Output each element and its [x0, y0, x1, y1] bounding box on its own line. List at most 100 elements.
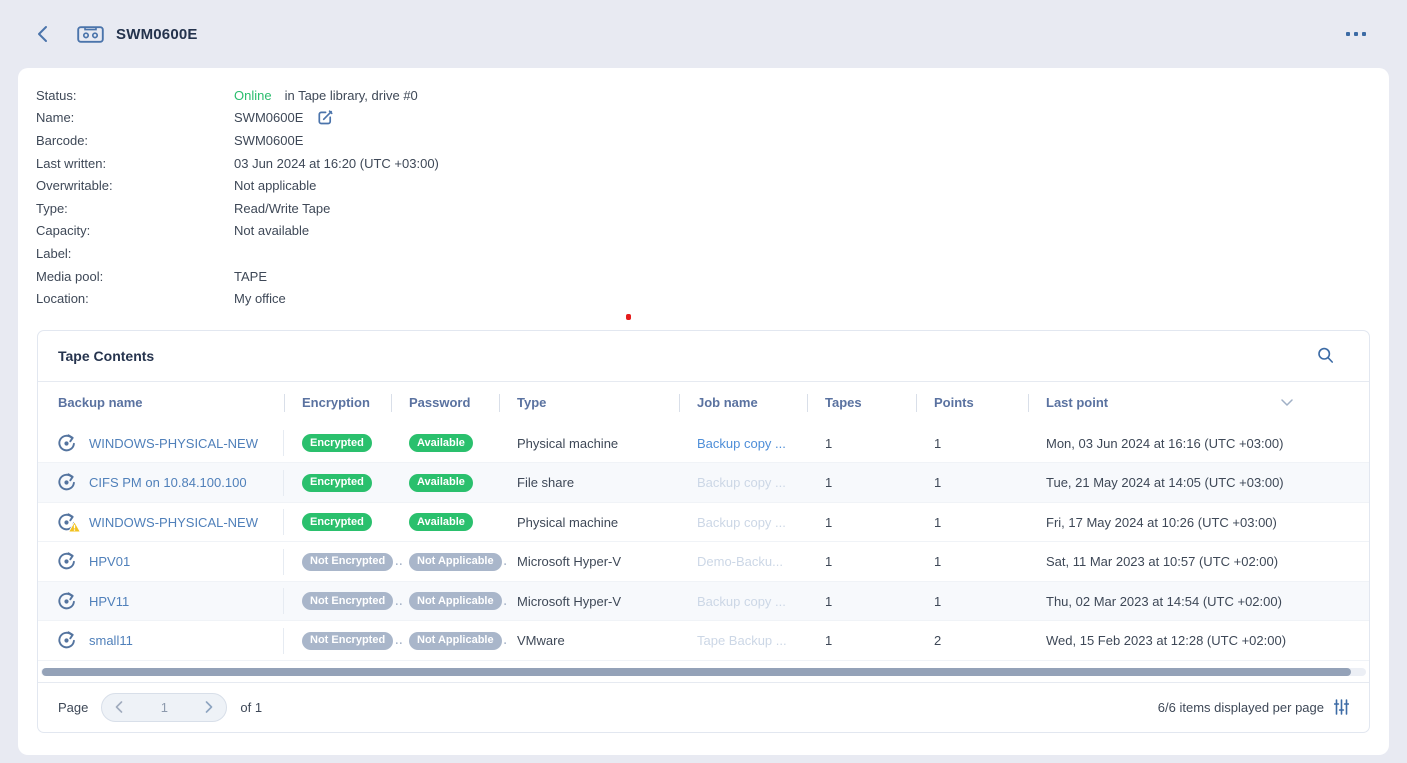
more-actions-button[interactable] [1344, 26, 1368, 42]
table-row: CIFS PM on 10.84.100.100 Encrypted Avail… [38, 463, 1369, 503]
edit-name-button[interactable] [317, 109, 334, 126]
next-page-button[interactable] [205, 701, 213, 713]
red-dot-artifact [626, 314, 631, 320]
password-badge: Available [409, 474, 473, 492]
encryption-badge: Encrypted [302, 434, 372, 452]
last-point-cell: Fri, 17 May 2024 at 10:26 (UTC +03:00) [1028, 515, 1369, 530]
last-point-cell: Thu, 02 Mar 2023 at 14:54 (UTC +02:00) [1028, 594, 1369, 609]
points-cell: 1 [916, 515, 1028, 530]
column-header-tapes[interactable]: Tapes [807, 395, 916, 410]
overwritable-value: Not applicable [234, 178, 316, 193]
password-badge: Available [409, 513, 473, 531]
sort-descending-icon[interactable] [1281, 399, 1293, 406]
password-badge: Not Applicable [409, 553, 502, 571]
table-footer: Page 1 of 1 6/6 items displayed per page [38, 682, 1369, 732]
job-name-link[interactable]: Demo-Backu... [697, 554, 783, 569]
sliders-icon [1334, 699, 1349, 715]
backup-name-link[interactable]: small11 [89, 633, 133, 648]
column-header-password[interactable]: Password [391, 395, 499, 410]
search-button[interactable] [1316, 346, 1335, 365]
tapes-cell: 1 [807, 475, 916, 490]
media-pool-value: TAPE [234, 269, 267, 284]
warning-triangle-icon [68, 521, 81, 536]
page-of-label: of 1 [240, 700, 262, 715]
column-header-type[interactable]: Type [499, 395, 679, 410]
encryption-badge: Encrypted [302, 474, 372, 492]
detail-row-barcode: Barcode: SWM0600E [36, 129, 1389, 152]
last-written-value: 03 Jun 2024 at 16:20 (UTC +03:00) [234, 156, 439, 171]
detail-row-media-pool: Media pool: TAPE [36, 265, 1389, 288]
encryption-badge: Not Encrypted [302, 632, 393, 650]
job-name-link[interactable]: Backup copy ... [697, 594, 786, 609]
column-header-encryption[interactable]: Encryption [284, 395, 391, 410]
items-per-page-button[interactable] [1334, 699, 1349, 715]
column-header-points[interactable]: Points [916, 395, 1028, 410]
backup-name-link[interactable]: HPV11 [89, 594, 129, 609]
table-row: small11 Not Encrypted.. Not Applicable. … [38, 621, 1369, 661]
items-displayed-label: 6/6 items displayed per page [1158, 700, 1324, 715]
scrollbar-track[interactable] [41, 668, 1366, 676]
encryption-badge: Not Encrypted [302, 592, 393, 610]
table-row: WINDOWS-PHYSICAL-NEW Encrypted Available… [38, 503, 1369, 543]
detail-row-location: Location: My office [36, 287, 1389, 310]
prev-page-button[interactable] [115, 701, 123, 713]
tapes-cell: 1 [807, 436, 916, 451]
detail-label: Status: [36, 88, 234, 103]
type-cell: Microsoft Hyper-V [499, 594, 679, 609]
table-row: HPV01 Not Encrypted.. Not Applicable. Mi… [38, 542, 1369, 582]
detail-row-type: Type: Read/Write Tape [36, 197, 1389, 220]
password-badge: Not Applicable [409, 632, 502, 650]
barcode-value: SWM0600E [234, 133, 303, 148]
detail-row-capacity: Capacity: Not available [36, 220, 1389, 243]
detail-label: Name: [36, 110, 234, 125]
chevron-left-icon [36, 25, 48, 43]
detail-row-name: Name: SWM0600E [36, 107, 1389, 130]
tape-contents-title: Tape Contents [58, 348, 154, 364]
current-page-value[interactable]: 1 [161, 700, 168, 715]
name-value: SWM0600E [234, 110, 303, 125]
backup-name-link[interactable]: WINDOWS-PHYSICAL-NEW [89, 436, 258, 451]
restore-point-warning-icon [56, 512, 77, 533]
horizontal-scrollbar [38, 661, 1369, 682]
status-online-value: Online [234, 88, 272, 103]
last-point-cell: Tue, 21 May 2024 at 14:05 (UTC +03:00) [1028, 475, 1369, 490]
type-cell: VMware [499, 633, 679, 648]
detail-row-status: Status: Online in Tape library, drive #0 [36, 84, 1389, 107]
chevron-left-icon [115, 701, 123, 713]
type-cell: Physical machine [499, 436, 679, 451]
tapes-cell: 1 [807, 594, 916, 609]
job-name-link[interactable]: Backup copy ... [697, 436, 786, 451]
scrollbar-thumb[interactable] [42, 668, 1351, 676]
backup-name-link[interactable]: CIFS PM on 10.84.100.100 [89, 475, 247, 490]
column-header-backup-name[interactable]: Backup name [38, 395, 284, 410]
tapes-cell: 1 [807, 554, 916, 569]
restore-point-icon [56, 472, 77, 493]
detail-row-last-written: Last written: 03 Jun 2024 at 16:20 (UTC … [36, 152, 1389, 175]
column-header-last-point[interactable]: Last point [1028, 395, 1369, 410]
edit-pencil-icon [317, 109, 334, 126]
points-cell: 1 [916, 475, 1028, 490]
job-name-link[interactable]: Backup copy ... [697, 515, 786, 530]
last-point-cell: Mon, 03 Jun 2024 at 16:16 (UTC +03:00) [1028, 436, 1369, 451]
type-cell: File share [499, 475, 679, 490]
points-cell: 1 [916, 554, 1028, 569]
search-icon [1316, 346, 1335, 365]
capacity-value: Not available [234, 223, 309, 238]
column-header-job-name[interactable]: Job name [679, 395, 807, 410]
table-row: HPV11 Not Encrypted.. Not Applicable. Mi… [38, 582, 1369, 622]
type-cell: Physical machine [499, 515, 679, 530]
job-name-link[interactable]: Tape Backup ... [697, 633, 787, 648]
password-badge: Available [409, 434, 473, 452]
tape-contents-panel: Tape Contents Backup name Encryption Pas… [37, 330, 1370, 733]
tape-properties: Status: Online in Tape library, drive #0… [18, 68, 1389, 310]
back-button[interactable] [36, 25, 50, 43]
last-point-cell: Wed, 15 Feb 2023 at 12:28 (UTC +02:00) [1028, 633, 1369, 648]
top-bar: SWM0600E [0, 0, 1407, 68]
restore-point-icon [56, 433, 77, 454]
backup-name-link[interactable]: WINDOWS-PHYSICAL-NEW [89, 515, 258, 530]
table-body: WINDOWS-PHYSICAL-NEW Encrypted Available… [38, 424, 1369, 661]
job-name-link[interactable]: Backup copy ... [697, 475, 786, 490]
points-cell: 1 [916, 594, 1028, 609]
backup-name-link[interactable]: HPV01 [89, 554, 130, 569]
points-cell: 1 [916, 436, 1028, 451]
